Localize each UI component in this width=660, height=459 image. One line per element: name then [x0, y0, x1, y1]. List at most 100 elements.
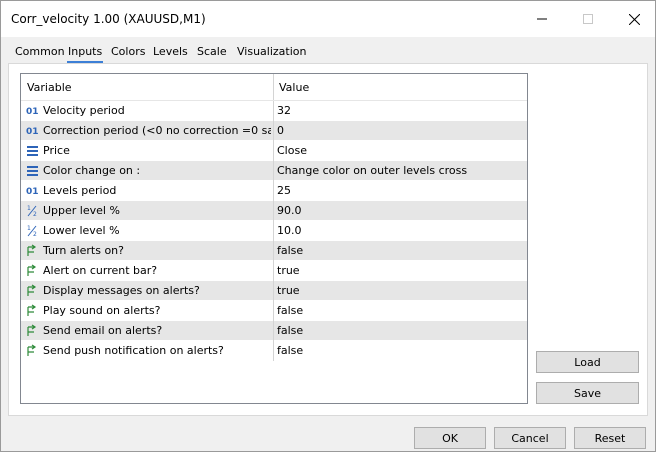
variable-cell: Color change on : — [43, 164, 141, 177]
table-row[interactable]: 01 Correction period (<0 no correction =0… — [21, 121, 527, 141]
table-row[interactable]: Turn alerts on? false — [21, 241, 527, 261]
table-row[interactable]: 01 Levels period 25 — [21, 181, 527, 201]
grid-rows: 01 Velocity period 32 01 Correction period (… — [21, 101, 527, 361]
column-header-variable[interactable]: Variable — [27, 81, 72, 94]
table-row[interactable]: Price Close — [21, 141, 527, 161]
value-cell[interactable]: false — [277, 344, 303, 357]
cell-divider — [273, 261, 274, 281]
grid-header: Variable Value — [21, 74, 527, 101]
table-row[interactable]: Display messages on alerts? true — [21, 281, 527, 301]
bool-icon — [26, 244, 39, 257]
table-row[interactable]: 1 2 Lower level % 10.0 — [21, 221, 527, 241]
title-bar: Corr_velocity 1.00 (XAUUSD,M1) — [1, 1, 655, 37]
tab-scale[interactable]: Scale — [197, 45, 227, 58]
load-button[interactable]: Load — [536, 351, 639, 373]
close-button[interactable] — [611, 1, 657, 37]
int-icon: 01 — [26, 104, 39, 117]
svg-text:1: 1 — [27, 205, 31, 212]
variable-cell: Velocity period — [43, 104, 125, 117]
variable-cell: Display messages on alerts? — [43, 284, 200, 297]
bool-icon — [26, 284, 39, 297]
cell-divider — [273, 301, 274, 321]
table-row[interactable]: Color change on : Change color on outer l… — [21, 161, 527, 181]
bool-icon — [26, 264, 39, 277]
double-icon: 12 — [26, 204, 39, 218]
cell-divider — [273, 241, 274, 261]
maximize-icon — [583, 14, 593, 24]
variable-cell: Turn alerts on? — [43, 244, 124, 257]
value-cell[interactable]: 32 — [277, 104, 291, 117]
value-cell[interactable]: false — [277, 244, 303, 257]
cancel-button[interactable]: Cancel — [494, 427, 566, 449]
table-row[interactable]: Send email on alerts? false — [21, 321, 527, 341]
enum-icon — [26, 144, 39, 157]
column-header-value[interactable]: Value — [279, 81, 309, 94]
minimize-icon — [537, 18, 547, 20]
background-strip — [0, 452, 660, 459]
bool-icon — [26, 324, 39, 337]
close-icon — [628, 13, 640, 25]
value-cell[interactable]: false — [277, 304, 303, 317]
table-row[interactable]: Play sound on alerts? false — [21, 301, 527, 321]
svg-text:01: 01 — [26, 127, 39, 137]
tab-levels[interactable]: Levels — [153, 45, 188, 58]
svg-text:2: 2 — [33, 231, 37, 237]
ok-button[interactable]: OK — [414, 427, 486, 449]
table-row[interactable]: Alert on current bar? true — [21, 261, 527, 281]
variable-cell: Lower level % — [43, 224, 120, 237]
table-row[interactable]: 1 2 Upper level % 90.0 — [21, 201, 527, 221]
variable-cell: Price — [43, 144, 70, 157]
tab-inputs[interactable]: Inputs — [66, 45, 104, 63]
save-button[interactable]: Save — [536, 382, 639, 404]
table-row[interactable]: Send push notification on alerts? false — [21, 341, 527, 361]
value-cell[interactable]: 25 — [277, 184, 291, 197]
column-divider[interactable] — [273, 74, 274, 100]
variable-cell: Upper level % — [43, 204, 120, 217]
svg-text:01: 01 — [26, 187, 39, 197]
enum-icon — [26, 164, 39, 177]
variable-cell: Alert on current bar? — [43, 264, 158, 277]
cell-divider — [273, 281, 274, 301]
tab-visualization[interactable]: Visualization — [237, 45, 306, 58]
maximize-button — [565, 1, 611, 37]
tab-colors[interactable]: Colors — [111, 45, 145, 58]
variable-cell: Send email on alerts? — [43, 324, 163, 337]
variable-cell: Levels period — [43, 184, 117, 197]
variable-cell: Correction period (<0 no correction =0 s… — [43, 124, 271, 137]
background-edge — [656, 0, 660, 452]
int-icon: 01 — [26, 184, 39, 197]
cell-divider — [273, 141, 274, 161]
variable-cell: Send push notification on alerts? — [43, 344, 224, 357]
value-cell[interactable]: Close — [277, 144, 307, 157]
table-row[interactable]: 01 Velocity period 32 — [21, 101, 527, 121]
value-cell[interactable]: 90.0 — [277, 204, 302, 217]
cell-divider — [273, 101, 274, 121]
cell-divider — [273, 321, 274, 341]
value-cell[interactable]: 10.0 — [277, 224, 302, 237]
cell-divider — [273, 341, 274, 361]
cell-divider — [273, 221, 274, 241]
int-icon: 01 — [26, 124, 39, 137]
bool-icon — [26, 304, 39, 317]
cell-divider — [273, 181, 274, 201]
window-title: Corr_velocity 1.00 (XAUUSD,M1) — [11, 12, 206, 26]
value-cell[interactable]: Change color on outer levels cross — [277, 164, 467, 177]
svg-text:01: 01 — [26, 107, 39, 117]
value-cell[interactable]: 0 — [277, 124, 284, 137]
double-icon: 12 — [26, 224, 39, 238]
svg-text:2: 2 — [33, 211, 37, 217]
cell-divider — [273, 161, 274, 181]
minimize-button[interactable] — [519, 1, 565, 37]
tab-common[interactable]: Common — [15, 45, 65, 58]
inputs-grid[interactable]: Variable Value 01 Velocity period 32 01 Corr… — [20, 73, 528, 404]
properties-dialog: Corr_velocity 1.00 (XAUUSD,M1) Common In… — [0, 0, 656, 452]
svg-text:1: 1 — [27, 225, 31, 232]
value-cell[interactable]: false — [277, 324, 303, 337]
variable-cell: Play sound on alerts? — [43, 304, 161, 317]
reset-button[interactable]: Reset — [574, 427, 646, 449]
bool-icon — [26, 344, 39, 357]
cell-divider — [273, 201, 274, 221]
value-cell[interactable]: true — [277, 284, 300, 297]
value-cell[interactable]: true — [277, 264, 300, 277]
cell-divider — [273, 121, 274, 141]
